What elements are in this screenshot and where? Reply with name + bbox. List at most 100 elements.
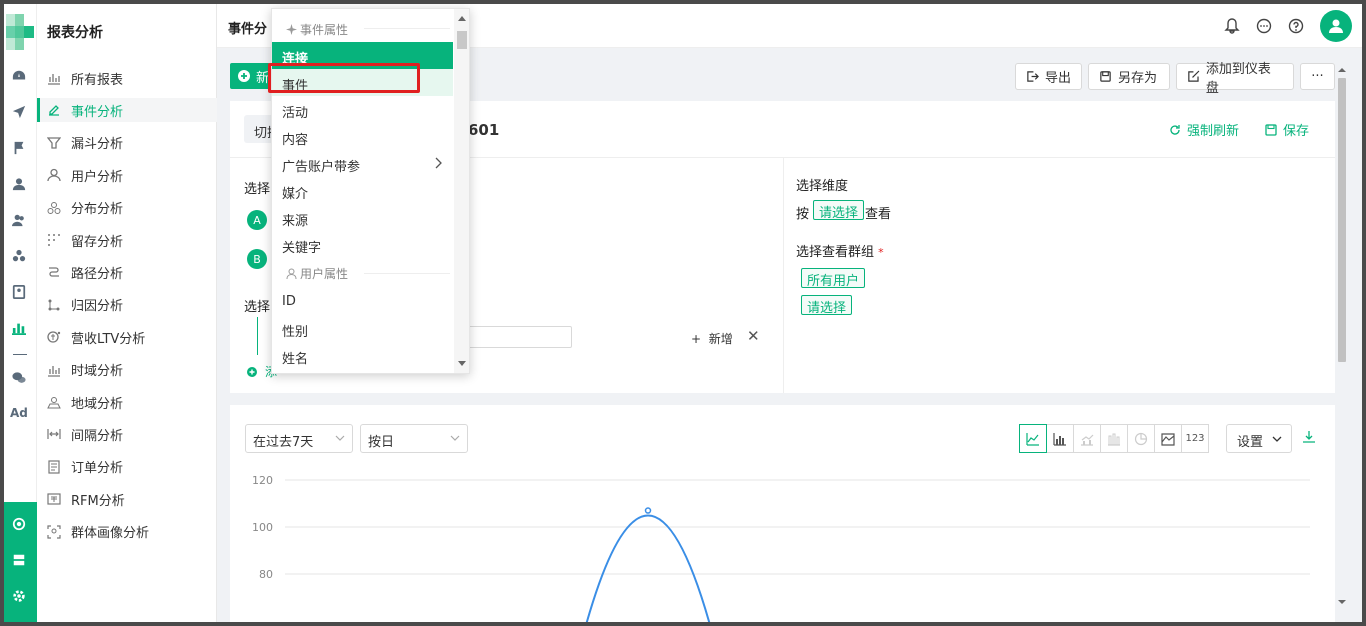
sidebar-item-label: 地域分析 <box>71 396 124 412</box>
sidebar-item-label: 路径分析 <box>71 266 124 282</box>
dropdown-option[interactable]: 广告账户带参 <box>272 150 453 177</box>
dropdown-option[interactable]: 姓名 <box>272 342 453 369</box>
add-filter-button[interactable]: + 新增 <box>691 330 733 347</box>
scroll-down-arrow-icon[interactable] <box>1338 598 1346 606</box>
force-refresh-button[interactable]: 强制刷新 <box>1169 120 1239 139</box>
dropdown-scrollbar-thumb[interactable] <box>457 31 467 49</box>
combo-chart-button[interactable] <box>1073 424 1101 453</box>
bell-icon[interactable] <box>1222 16 1242 36</box>
pie-chart-button[interactable] <box>1127 424 1155 453</box>
ad-label[interactable]: Ad <box>10 406 28 420</box>
sidebar-item[interactable]: 漏斗分析 <box>37 131 217 155</box>
settings-label: 设置 <box>1237 435 1264 450</box>
wechat-icon[interactable] <box>11 370 27 386</box>
sidebar-item[interactable]: 留存分析 <box>37 228 217 252</box>
save-icon <box>1100 71 1111 82</box>
settings-dropdown[interactable]: 设置 <box>1226 424 1292 453</box>
sidebar-title: 报表分析 <box>47 25 103 41</box>
document-icon <box>47 460 61 474</box>
dropdown-option[interactable]: ID <box>272 288 453 315</box>
gear-icon[interactable] <box>11 588 27 604</box>
time-range-select[interactable]: 在过去7天 <box>245 424 353 453</box>
dropdown-option[interactable]: 性别 <box>272 315 453 342</box>
sidebar-item[interactable]: RFM分析 <box>37 487 217 511</box>
sidebar-item[interactable]: 归因分析 <box>37 293 217 317</box>
sidebar-item[interactable]: 营收LTV分析 <box>37 325 217 349</box>
stacked-bar-button[interactable] <box>1100 424 1128 453</box>
dropdown-option-label: 性别 <box>282 325 309 340</box>
scroll-up-arrow-icon[interactable] <box>1338 66 1346 74</box>
line-chart-button[interactable] <box>1019 424 1047 453</box>
sidebar-item[interactable]: 群体画像分析 <box>37 520 217 544</box>
report-icon[interactable] <box>11 320 27 336</box>
bar-chart-icon <box>1053 432 1066 446</box>
scroll-up-arrow-icon[interactable] <box>458 15 466 21</box>
sidebar-item[interactable]: 用户分析 <box>37 163 217 187</box>
page-tab-title[interactable]: 事件分 <box>228 18 267 37</box>
add-to-dashboard-button[interactable]: 添加到仪表盘 <box>1176 62 1294 96</box>
avatar[interactable] <box>1320 10 1352 42</box>
revenue-icon <box>47 330 61 344</box>
sidebar-item[interactable]: 所有报表 <box>37 66 217 90</box>
save-button[interactable]: 保存 <box>1265 120 1309 139</box>
dropdown-option[interactable]: 活动 <box>272 96 453 123</box>
portrait-icon <box>47 524 61 539</box>
send-icon[interactable] <box>11 104 27 120</box>
sidebar-item[interactable]: 订单分析 <box>37 455 217 479</box>
select-event-label: 选择 <box>244 182 271 197</box>
dimension-select-tag[interactable]: 请选择 <box>813 200 865 221</box>
export-button[interactable]: 导出 <box>1015 63 1082 90</box>
scroll-down-arrow-icon[interactable] <box>458 361 466 367</box>
sidebar-item[interactable]: 地域分析 <box>37 390 217 414</box>
main-scrollbar[interactable] <box>1337 64 1347 622</box>
bar-chart-button[interactable] <box>1046 424 1074 453</box>
user-avatar-icon <box>1329 19 1343 33</box>
cluster-icon[interactable] <box>11 248 27 264</box>
attribution-icon <box>47 298 61 312</box>
filter-value-input[interactable] <box>466 326 572 348</box>
all-users-tag[interactable]: 所有用户 <box>801 268 866 289</box>
chat-icon[interactable] <box>1254 16 1274 36</box>
dropdown-option[interactable]: 来源 <box>272 204 453 231</box>
sidebar-item[interactable]: 间隔分析 <box>37 422 217 446</box>
sidebar-item[interactable]: 事件分析 <box>37 98 217 123</box>
dropdown-option-label: 姓名 <box>282 352 309 367</box>
new-report-button[interactable]: 新 <box>230 63 270 89</box>
sidebar-item[interactable]: 路径分析 <box>37 260 217 284</box>
save-as-button[interactable]: 另存为 <box>1088 63 1170 90</box>
granularity-select[interactable]: 按日 <box>360 424 468 453</box>
close-icon[interactable]: ✕ <box>747 327 760 345</box>
group-select-tag[interactable]: 请选择 <box>801 295 853 316</box>
help-icon[interactable] <box>1286 16 1306 36</box>
flag-icon[interactable] <box>11 140 27 156</box>
sidebar-item-label: RFM分析 <box>71 493 125 509</box>
download-icon[interactable] <box>1302 430 1316 444</box>
report-sidebar: 报表分析 所有报表事件分析漏斗分析用户分析分布分析留存分析路径分析归因分析营收L… <box>37 4 217 622</box>
user-icon[interactable] <box>11 176 27 192</box>
select-filter-label: 选择 <box>244 300 271 315</box>
bar-chart-icon <box>47 363 61 377</box>
area-chart-button[interactable] <box>1154 424 1182 453</box>
users-icon[interactable] <box>11 212 27 228</box>
event-a-badge: A <box>247 210 267 230</box>
dropdown-option[interactable]: 关键字 <box>272 231 453 258</box>
number-view-button[interactable]: 123 <box>1181 424 1209 453</box>
dropdown-option[interactable]: 内容 <box>272 123 453 150</box>
path-icon <box>47 265 61 279</box>
sidebar-item-label: 事件分析 <box>71 104 124 120</box>
dropdown-option[interactable]: 媒介 <box>272 177 453 204</box>
sidebar-item[interactable]: 分布分析 <box>37 196 217 220</box>
sidebar-item-label: 间隔分析 <box>71 428 124 444</box>
profile-card-icon[interactable] <box>11 284 27 300</box>
sidebar-item[interactable]: 时域分析 <box>37 358 217 382</box>
target-icon[interactable] <box>11 516 27 532</box>
data-point[interactable] <box>644 507 652 514</box>
dropdown-scrollbar[interactable] <box>454 9 469 373</box>
dashboard-icon[interactable] <box>11 68 27 84</box>
scrollbar-thumb[interactable] <box>1338 78 1346 362</box>
server-icon[interactable] <box>11 552 27 568</box>
select-dimension-label: 选择维度 <box>796 179 849 194</box>
rail-divider <box>13 354 27 355</box>
export-label: 导出 <box>1045 71 1072 86</box>
more-button[interactable]: ··· <box>1300 63 1335 90</box>
